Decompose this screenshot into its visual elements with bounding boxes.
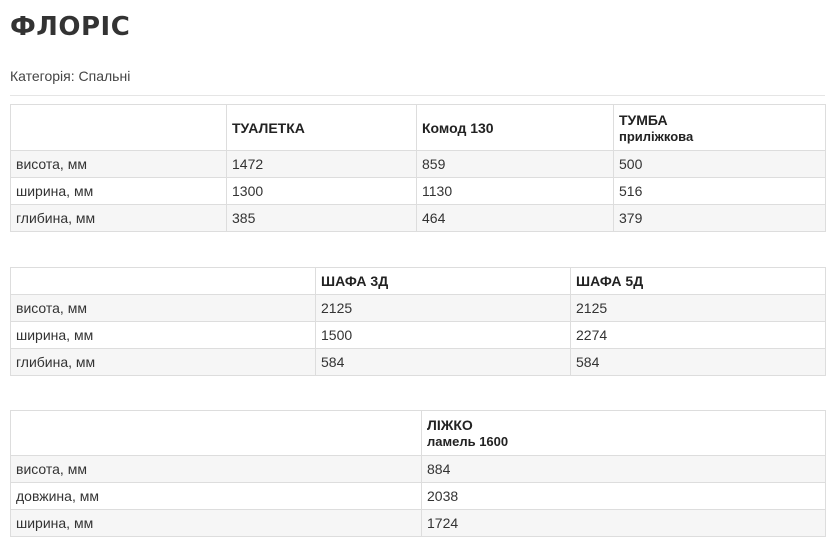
table-row: ширина, мм 1724 (10, 509, 826, 537)
table-header-cell: ТУАЛЕТКА (226, 104, 417, 151)
table-row: ширина, мм 1500 2274 (10, 321, 826, 349)
category-label: Категорія: (10, 68, 75, 84)
table-cell: 2125 (315, 294, 571, 322)
table-header-cell (10, 104, 227, 151)
table-header-cell: ШАФА 5Д (570, 267, 826, 295)
table-cell: 500 (613, 150, 826, 178)
table-header-row: ТУАЛЕТКА Комод 130 ТУМБА приліжкова (10, 104, 826, 151)
table-row: глибина, мм 385 464 379 (10, 204, 826, 232)
table-header-cell (10, 267, 316, 295)
table-cell: глибина, мм (10, 348, 316, 376)
table-header-cell: ШАФА 3Д (315, 267, 571, 295)
table-header-cell (10, 410, 422, 456)
table-header-row: ЛІЖКО ламель 1600 (10, 410, 826, 456)
page-title: ФЛОРІС (10, 12, 131, 42)
table-header-row: ШАФА 3Д ШАФА 5Д (10, 267, 826, 295)
table-cell: ширина, мм (10, 177, 227, 205)
table-cell: довжина, мм (10, 482, 422, 510)
table-cell: висота, мм (10, 150, 227, 178)
table-row: висота, мм 2125 2125 (10, 294, 826, 322)
category-line: Категорія: Спальні (10, 66, 130, 86)
table-cell: 1472 (226, 150, 417, 178)
table-row: висота, мм 1472 859 500 (10, 150, 826, 178)
spec-table-3: ЛІЖКО ламель 1600 висота, мм 884 довжина… (10, 410, 826, 537)
table-cell: 584 (315, 348, 571, 376)
table-cell: ширина, мм (10, 321, 316, 349)
table-cell: 516 (613, 177, 826, 205)
table-cell: 464 (416, 204, 614, 232)
table-cell: 385 (226, 204, 417, 232)
table-cell: 2038 (421, 482, 826, 510)
table-cell: 1724 (421, 509, 826, 537)
table-cell: 859 (416, 150, 614, 178)
table-cell: висота, мм (10, 294, 316, 322)
table-cell: ширина, мм (10, 509, 422, 537)
table-cell: 1300 (226, 177, 417, 205)
divider (10, 95, 825, 96)
spec-table-1: ТУАЛЕТКА Комод 130 ТУМБА приліжкова висо… (10, 104, 826, 232)
table-cell: 379 (613, 204, 826, 232)
table-header-cell: ТУМБА приліжкова (613, 104, 826, 151)
table-cell: 2274 (570, 321, 826, 349)
table-row: глибина, мм 584 584 (10, 348, 826, 376)
table-header-cell: Комод 130 (416, 104, 614, 151)
table-row: ширина, мм 1300 1130 516 (10, 177, 826, 205)
table-row: висота, мм 884 (10, 455, 826, 483)
spec-table-2: ШАФА 3Д ШАФА 5Д висота, мм 2125 2125 шир… (10, 267, 826, 376)
table-cell: 1500 (315, 321, 571, 349)
table-cell: 884 (421, 455, 826, 483)
table-cell: глибина, мм (10, 204, 227, 232)
table-cell: 2125 (570, 294, 826, 322)
category-link[interactable]: Спальні (79, 68, 131, 84)
table-cell: 1130 (416, 177, 614, 205)
table-cell: 584 (570, 348, 826, 376)
table-cell: висота, мм (10, 455, 422, 483)
table-header-cell: ЛІЖКО ламель 1600 (421, 410, 826, 456)
table-row: довжина, мм 2038 (10, 482, 826, 510)
